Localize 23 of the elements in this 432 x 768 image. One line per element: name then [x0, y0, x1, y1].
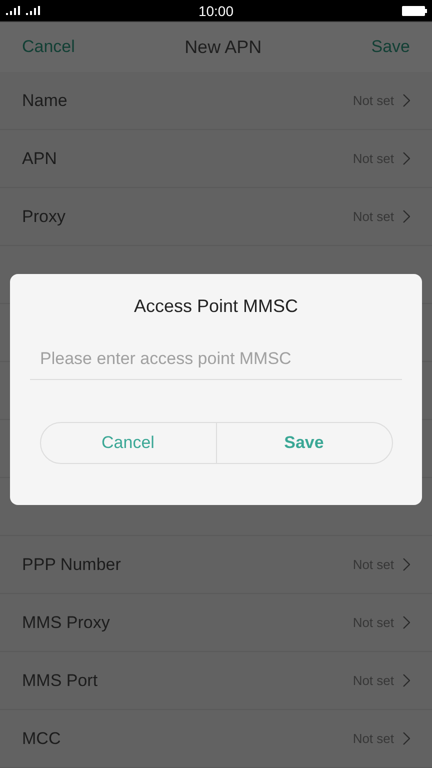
battery-icon: [402, 6, 427, 16]
clock-time: 10:00: [197, 2, 235, 18]
setting-label: MCC: [22, 728, 61, 748]
setting-label: MMS Proxy: [22, 612, 110, 632]
setting-label: PPP Number: [22, 554, 121, 574]
chevron-icon: [403, 210, 410, 223]
chevron-icon: [403, 152, 410, 165]
save-button[interactable]: Save: [371, 37, 410, 57]
chevron-icon: [403, 616, 410, 629]
cancel-button[interactable]: Cancel: [22, 37, 75, 57]
input-field[interactable]: Please enter access point MMSC: [30, 345, 402, 380]
setting-label: APN: [22, 148, 57, 168]
screen-title: New APN: [184, 36, 262, 58]
dialog-title: Access Point MMSC: [134, 296, 298, 317]
chevron-icon: [403, 674, 410, 687]
cancel-button[interactable]: Cancel: [40, 423, 216, 463]
setting-label: MMS Port: [22, 670, 98, 690]
setting-label: Proxy: [22, 206, 66, 226]
save-button[interactable]: Save: [216, 423, 392, 463]
chevron-icon: [403, 558, 410, 571]
setting-label: Name: [22, 90, 68, 110]
chevron-icon: [403, 94, 410, 107]
chevron-icon: [403, 732, 410, 745]
